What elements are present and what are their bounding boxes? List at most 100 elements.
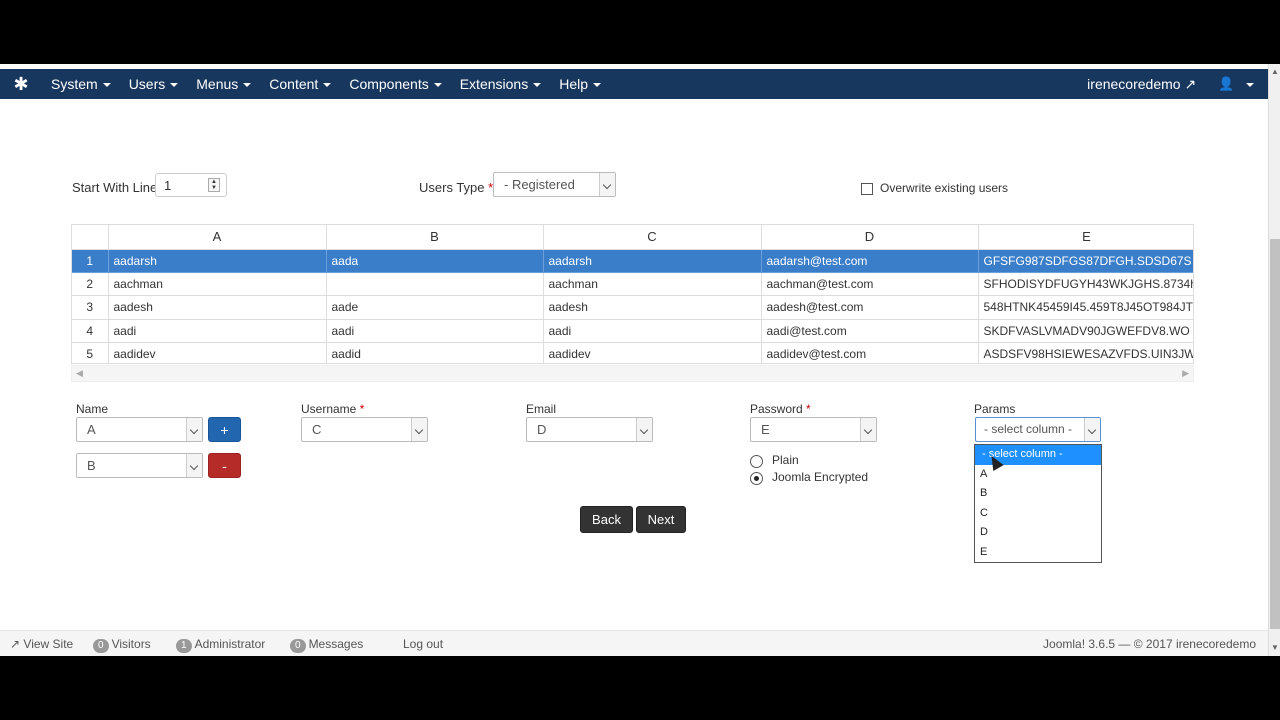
name-select-2[interactable]: B (76, 453, 203, 478)
table-cell[interactable]: ASDSFV98HSIEWESAZVFDS.UIN3JW (978, 342, 1193, 363)
table-cell[interactable]: aadi (326, 319, 544, 344)
grid-col-header[interactable]: B (326, 225, 544, 250)
table-cell[interactable]: aadi (543, 319, 762, 344)
users-type-select[interactable]: - Registered (493, 172, 616, 197)
table-cell[interactable]: aada (326, 249, 544, 273)
grid-corner (72, 225, 109, 250)
params-select[interactable]: - select column - (975, 417, 1101, 442)
table-cell[interactable]: GFSFG987SDFGS87DFGH.SDSD67S (978, 249, 1193, 273)
table-cell[interactable]: aadarsh (543, 249, 762, 273)
scroll-down-icon[interactable]: ▼ (1269, 642, 1280, 654)
visitors-status[interactable]: 0 Visitors (93, 637, 151, 653)
params-option[interactable]: C (975, 504, 1101, 524)
table-cell[interactable]: aachman (108, 272, 327, 297)
row-number[interactable]: 2 (72, 272, 109, 297)
password-joomla-radio[interactable] (750, 472, 763, 485)
scroll-right-icon[interactable]: ▶ (1182, 368, 1189, 379)
name-label: Name (76, 402, 109, 416)
row-number[interactable]: 4 (72, 319, 109, 344)
visitors-count: 0 (93, 639, 109, 653)
table-cell[interactable]: aadarsh@test.com (761, 249, 979, 273)
administrator-status[interactable]: 1 Administrator (176, 637, 265, 653)
name-select-1[interactable]: A (76, 417, 203, 442)
logout-link[interactable]: Log out (403, 637, 443, 651)
site-link[interactable]: irenecoredemo ↗ (1087, 76, 1196, 93)
user-icon: 👤 (1218, 76, 1235, 91)
table-cell[interactable]: aadi (108, 319, 327, 344)
chevron-down-icon (186, 418, 202, 441)
username-select[interactable]: C (301, 417, 428, 442)
table-cell[interactable]: aadidev@test.com (761, 342, 979, 363)
messages-status[interactable]: 0 Messages (290, 637, 363, 653)
back-button[interactable]: Back (580, 506, 633, 533)
table-cell[interactable]: aade (326, 295, 544, 320)
username-label: Username * (301, 402, 365, 416)
user-menu-button[interactable]: 👤 (1218, 76, 1254, 92)
table-row[interactable]: 2 aachman aachman aachman@test.com SFHODISYD… (72, 272, 1193, 297)
grid-col-header[interactable]: D (761, 225, 979, 250)
overwrite-label: Overwrite existing users (880, 181, 1009, 195)
password-plain-radio[interactable] (750, 455, 763, 468)
scroll-left-icon[interactable]: ◀ (76, 368, 83, 379)
scroll-up-icon[interactable]: ▲ (1269, 66, 1280, 78)
params-option[interactable]: B (975, 484, 1101, 504)
table-cell[interactable]: aadid (326, 342, 544, 363)
grid-col-header[interactable]: C (543, 225, 762, 250)
chevron-down-icon (860, 418, 876, 441)
table-cell[interactable]: aadesh@test.com (761, 295, 979, 320)
remove-name-button[interactable]: - (208, 453, 241, 478)
table-cell[interactable] (326, 272, 544, 297)
start-line-label: Start With Line (72, 180, 158, 195)
menu-extensions[interactable]: Extensions (451, 69, 550, 99)
next-button[interactable]: Next (636, 506, 686, 533)
table-cell[interactable]: aadidev (543, 342, 762, 363)
grid-col-header[interactable]: E (978, 225, 1193, 250)
password-label: Password * (750, 402, 811, 416)
scroll-thumb[interactable] (1270, 239, 1280, 629)
table-cell[interactable]: aachman@test.com (761, 272, 979, 297)
params-option[interactable]: D (975, 523, 1101, 543)
menu-users[interactable]: Users (120, 69, 188, 99)
grid-col-header[interactable]: A (108, 225, 327, 250)
admin-navbar: ✱ System Users Menus Content Components … (0, 69, 1268, 99)
table-row[interactable]: 3 aadesh aade aadesh aadesh@test.com 548HTNK4… (72, 295, 1193, 320)
admin-count: 1 (176, 639, 192, 653)
table-cell[interactable]: aadesh (543, 295, 762, 320)
email-select[interactable]: D (526, 417, 653, 442)
password-select[interactable]: E (750, 417, 877, 442)
row-number[interactable]: 3 (72, 295, 109, 320)
chevron-down-icon (599, 173, 615, 196)
table-row[interactable]: 5 aadidev aadid aadidev aadidev@test.com ASDS… (72, 342, 1193, 363)
table-cell[interactable]: aachman (543, 272, 762, 297)
row-number[interactable]: 5 (72, 342, 109, 363)
add-name-button[interactable]: + (208, 417, 241, 442)
table-cell[interactable]: aadidev (108, 342, 327, 363)
params-option[interactable]: E (975, 543, 1101, 563)
table-row[interactable]: 4 aadi aadi aadi aadi@test.com SKDFVASLVMADV9… (72, 319, 1193, 344)
chevron-down-icon (186, 454, 202, 477)
table-cell[interactable]: SFHODISYDFUGYH43WKJGHS.8734h (978, 272, 1193, 297)
view-site-link[interactable]: ↗ View Site (10, 637, 73, 651)
table-cell[interactable]: SKDFVASLVMADV90JGWEFDV8.WO (978, 319, 1193, 344)
page-scrollbar[interactable]: ▲ ▼ (1268, 64, 1280, 656)
menu-system[interactable]: System (42, 69, 120, 99)
menu-components[interactable]: Components (340, 69, 450, 99)
grid-header-row: A B C D E (72, 225, 1193, 250)
chevron-down-icon (411, 418, 427, 441)
table-cell[interactable]: aadi@test.com (761, 319, 979, 344)
row-number[interactable]: 1 (72, 249, 109, 273)
table-cell[interactable]: aadesh (108, 295, 327, 320)
table-cell[interactable]: aadarsh (108, 249, 327, 273)
menu-help[interactable]: Help (550, 69, 610, 99)
menu-content[interactable]: Content (260, 69, 340, 99)
joomla-logo-icon[interactable]: ✱ (0, 69, 42, 99)
messages-count: 0 (290, 639, 306, 653)
start-line-input[interactable]: 1 ▲ ▼ (155, 173, 227, 197)
grid-horizontal-scrollbar[interactable]: ◀ ▶ (71, 365, 1194, 382)
menu-menus[interactable]: Menus (187, 69, 260, 99)
start-line-value: 1 (164, 178, 172, 193)
table-cell[interactable]: 548HTNK45459I45.459T8J45OT984JT4 (978, 295, 1193, 320)
overwrite-checkbox[interactable] (861, 183, 873, 195)
table-row[interactable]: 1 aadarsh aada aadarsh aadarsh@test.com GFSFG… (72, 249, 1193, 273)
spinner-arrows-icon[interactable]: ▲ ▼ (208, 178, 220, 192)
